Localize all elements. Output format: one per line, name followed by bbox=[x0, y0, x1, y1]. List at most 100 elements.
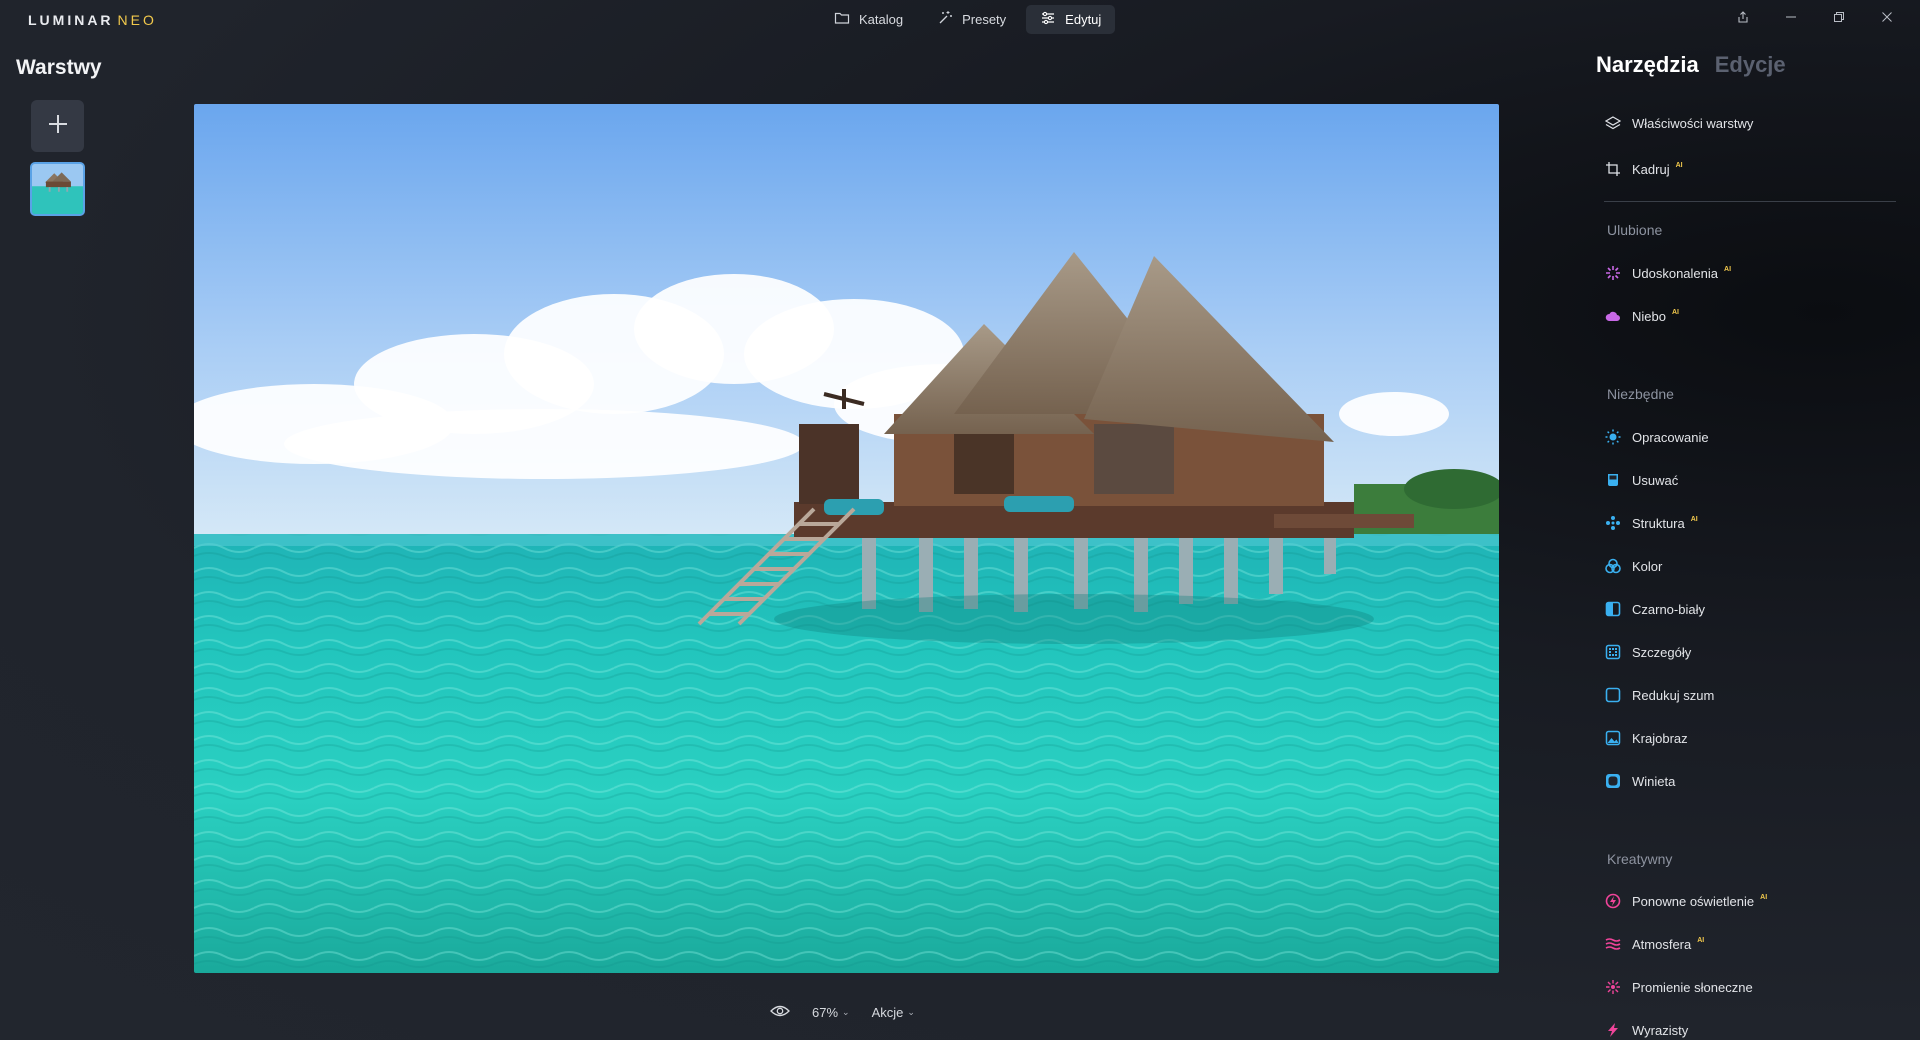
app-logo: LUMINAR NEO bbox=[28, 12, 157, 28]
relight-icon bbox=[1604, 892, 1622, 910]
tool-vignette[interactable]: Winieta bbox=[1604, 770, 1675, 792]
tool-relight[interactable]: Ponowne oświetlenie AI bbox=[1604, 890, 1767, 912]
tool-develop[interactable]: Opracowanie bbox=[1604, 426, 1709, 448]
restore-icon bbox=[1833, 10, 1845, 28]
ai-badge: AI bbox=[1697, 936, 1705, 944]
tool-details[interactable]: Szczegóły bbox=[1604, 641, 1691, 663]
tool-layer-properties[interactable]: Właściwości warstwy bbox=[1604, 112, 1753, 134]
preview-toggle-button[interactable] bbox=[770, 1004, 790, 1021]
cloud-icon bbox=[1604, 307, 1622, 325]
vignette-icon bbox=[1604, 772, 1622, 790]
structure-icon bbox=[1604, 514, 1622, 532]
sunrays-icon bbox=[1604, 978, 1622, 996]
tool-dramatic[interactable]: Wyrazisty bbox=[1604, 1019, 1688, 1040]
tool-label: Struktura bbox=[1632, 515, 1685, 531]
tool-label: Krajobraz bbox=[1632, 730, 1688, 746]
ai-badge: AI bbox=[1690, 515, 1698, 523]
bw-icon bbox=[1604, 600, 1622, 618]
main-nav: Katalog Presety Edytuj bbox=[820, 5, 1116, 34]
tool-label: Usuwać bbox=[1632, 472, 1679, 488]
crop-icon bbox=[1604, 160, 1622, 178]
actions-label: Akcje bbox=[871, 1005, 904, 1020]
close-icon bbox=[1881, 10, 1893, 28]
tool-sunrays[interactable]: Promienie słoneczne bbox=[1604, 976, 1753, 998]
layer-thumbnail[interactable] bbox=[30, 162, 85, 216]
tool-label: Właściwości warstwy bbox=[1632, 115, 1754, 131]
landscape-icon bbox=[1604, 729, 1622, 747]
tool-label: Kolor bbox=[1632, 558, 1663, 574]
tab-presety-label: Presety bbox=[962, 12, 1007, 27]
tab-edycje[interactable]: Edycje bbox=[1715, 52, 1786, 78]
tab-narzedzia[interactable]: Narzędzia bbox=[1596, 52, 1699, 78]
tab-katalog-label: Katalog bbox=[859, 12, 904, 27]
denoise-icon bbox=[1604, 686, 1622, 704]
section-essentials-title: Niezbędne bbox=[1607, 386, 1674, 402]
chevron-down-icon: ⌄ bbox=[907, 1007, 915, 1017]
tool-label: Atmosfera bbox=[1632, 936, 1692, 952]
eye-icon bbox=[770, 1004, 790, 1021]
tool-crop[interactable]: Kadruj AI bbox=[1604, 158, 1683, 180]
photo-image bbox=[194, 104, 1499, 973]
sliders-icon bbox=[1040, 10, 1056, 29]
tool-atmosphere[interactable]: Atmosfera AI bbox=[1604, 933, 1704, 955]
tool-label: Kadruj bbox=[1632, 161, 1670, 177]
tool-black-white[interactable]: Czarno-biały bbox=[1604, 598, 1705, 620]
restore-button[interactable] bbox=[1816, 6, 1862, 32]
tab-edytuj[interactable]: Edytuj bbox=[1026, 5, 1116, 34]
tool-label: Udoskonalenia bbox=[1632, 265, 1719, 281]
plus-icon bbox=[46, 112, 70, 141]
chevron-down-icon: ⌄ bbox=[842, 1007, 850, 1017]
layers-title: Warstwy bbox=[16, 56, 102, 79]
zoom-value: 67% bbox=[812, 1005, 839, 1020]
tab-edytuj-label: Edytuj bbox=[1065, 12, 1102, 27]
tab-katalog[interactable]: Katalog bbox=[820, 5, 917, 34]
dramatic-icon bbox=[1604, 1021, 1622, 1039]
tool-enhance[interactable]: Udoskonalenia AI bbox=[1604, 262, 1731, 284]
ai-badge: AI bbox=[1760, 893, 1768, 901]
tool-label: Promienie słoneczne bbox=[1632, 979, 1753, 995]
minimize-button[interactable] bbox=[1768, 6, 1814, 32]
tool-label: Winieta bbox=[1632, 773, 1676, 789]
develop-icon bbox=[1604, 428, 1622, 446]
sparkle-wand-icon bbox=[937, 10, 953, 29]
tool-landscape[interactable]: Krajobraz bbox=[1604, 727, 1688, 749]
share-button[interactable] bbox=[1720, 6, 1766, 32]
ai-badge: AI bbox=[1675, 161, 1683, 169]
luminar-neo-window: LUMINAR NEO Katalog Presety Edytuj Warst… bbox=[0, 0, 1920, 1040]
details-icon bbox=[1604, 643, 1622, 661]
tool-color[interactable]: Kolor bbox=[1604, 555, 1662, 577]
enhance-icon bbox=[1604, 264, 1622, 282]
atmosphere-icon bbox=[1604, 935, 1622, 953]
tool-label: Opracowanie bbox=[1632, 429, 1709, 445]
tool-denoise[interactable]: Redukuj szum bbox=[1604, 684, 1714, 706]
ai-badge: AI bbox=[1724, 265, 1732, 273]
tool-erase[interactable]: Usuwać bbox=[1604, 469, 1678, 491]
section-favorites-title: Ulubione bbox=[1607, 222, 1663, 238]
ai-badge: AI bbox=[1671, 308, 1679, 316]
layer-thumbnail-image bbox=[32, 164, 83, 214]
tool-sky[interactable]: Niebo AI bbox=[1604, 305, 1679, 327]
color-icon bbox=[1604, 557, 1622, 575]
actions-dropdown[interactable]: Akcje ⌄ bbox=[872, 1005, 915, 1020]
photo-canvas[interactable] bbox=[194, 104, 1499, 973]
share-icon bbox=[1737, 10, 1749, 28]
section-creative-title: Kreatywny bbox=[1607, 851, 1673, 867]
tab-presety[interactable]: Presety bbox=[923, 5, 1020, 34]
tool-label: Wyrazisty bbox=[1632, 1022, 1689, 1038]
add-layer-button[interactable] bbox=[31, 100, 84, 152]
logo-main-text: LUMINAR bbox=[28, 12, 114, 28]
folder-icon bbox=[834, 10, 850, 29]
close-button[interactable] bbox=[1864, 6, 1910, 32]
tool-label: Niebo bbox=[1632, 308, 1666, 324]
tool-structure[interactable]: Struktura AI bbox=[1604, 512, 1698, 534]
layers-icon bbox=[1604, 114, 1622, 132]
erase-icon bbox=[1604, 471, 1622, 489]
tools-panel-header: Narzędzia Edycje bbox=[1596, 52, 1786, 78]
tool-label: Redukuj szum bbox=[1632, 687, 1715, 703]
zoom-dropdown[interactable]: 67% ⌄ bbox=[812, 1005, 850, 1020]
tool-label: Czarno-biały bbox=[1632, 601, 1705, 617]
logo-sub-text: NEO bbox=[117, 12, 157, 28]
tool-label: Szczegóły bbox=[1632, 644, 1692, 660]
minimize-icon bbox=[1785, 10, 1797, 28]
window-controls bbox=[1720, 6, 1910, 32]
